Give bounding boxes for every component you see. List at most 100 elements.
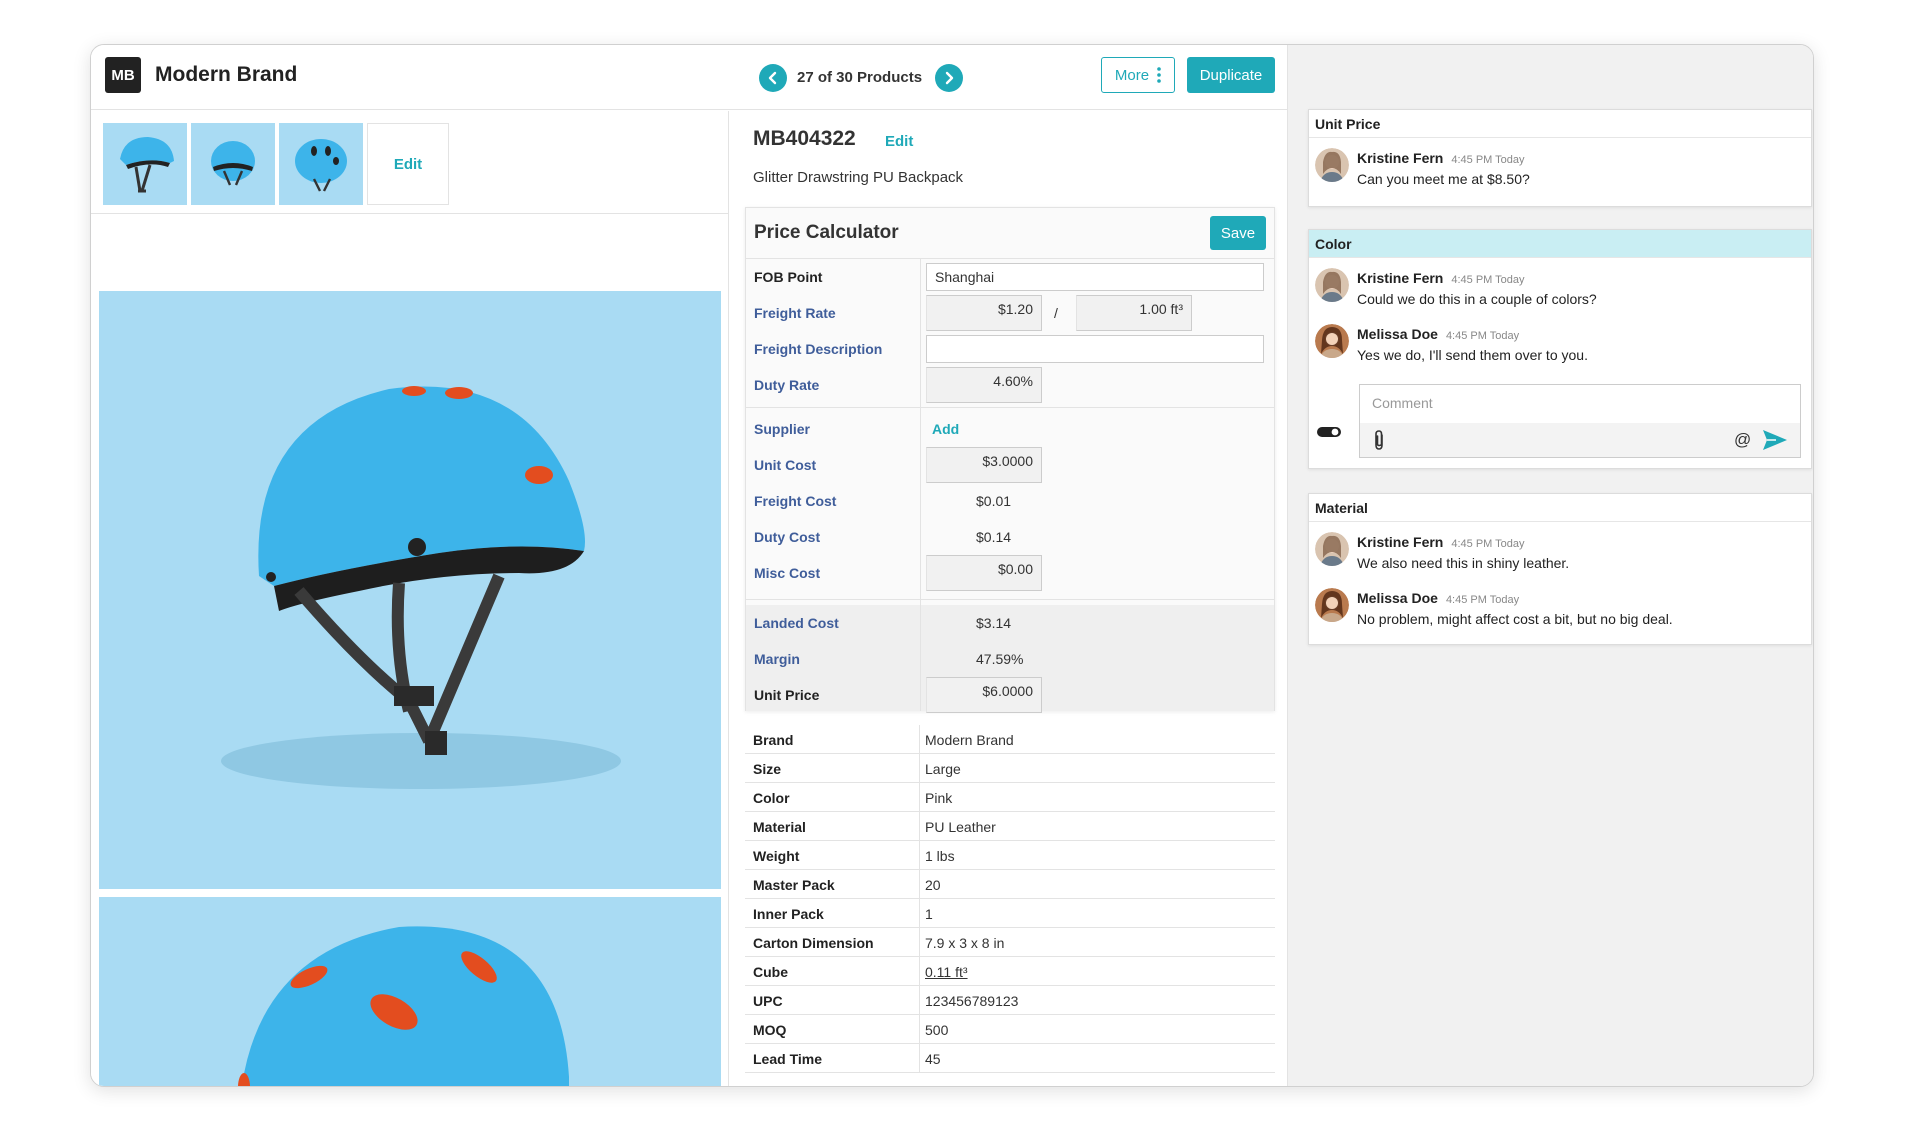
comment-input[interactable]: Comment (1372, 395, 1433, 411)
comments-panel: Unit Price Kristine Fern 4:45 PM Today Ca… (1287, 45, 1813, 1086)
duty-rate-input[interactable]: 4.60% (926, 367, 1042, 403)
add-supplier-link[interactable]: Add (932, 421, 959, 437)
paperclip-icon[interactable] (1372, 429, 1386, 451)
misc-cost-label[interactable]: Misc Cost (754, 565, 820, 581)
comment-card-title: Color (1309, 230, 1811, 258)
chevron-left-icon (768, 71, 777, 85)
margin-value: 47.59% (976, 651, 1024, 667)
comment-card-title: Unit Price (1309, 110, 1811, 138)
secondary-product-image (99, 897, 721, 1086)
spec-label: Cube (753, 964, 788, 980)
landed-cost-row: Landed Cost $3.14 (746, 605, 1274, 641)
avatar (1315, 268, 1349, 302)
unit-cost-row: Unit Cost $3.0000 (746, 447, 1274, 483)
helmet-illustration (221, 386, 621, 789)
price-calculator-title: Price Calculator (754, 222, 899, 243)
comment-author: Melissa Doe 4:45 PM Today (1357, 326, 1520, 342)
thumbnail-image[interactable] (279, 123, 363, 205)
edit-images-button[interactable]: Edit (367, 123, 449, 205)
comment-item: Melissa Doe 4:45 PM Today No problem, mig… (1309, 578, 1811, 634)
unit-price-comment-card: Unit Price Kristine Fern 4:45 PM Today Ca… (1308, 109, 1812, 207)
spec-value: 123456789123 (925, 993, 1019, 1009)
comment-text: Yes we do, I'll send them over to you. (1357, 347, 1588, 363)
next-product-button[interactable] (935, 64, 963, 92)
save-button[interactable]: Save (1210, 216, 1266, 250)
margin-label[interactable]: Margin (754, 651, 800, 667)
duty-rate-label[interactable]: Duty Rate (754, 377, 819, 393)
comment-text: Can you meet me at $8.50? (1357, 171, 1530, 187)
landed-cost-label[interactable]: Landed Cost (754, 615, 839, 631)
spec-label: Weight (753, 848, 800, 864)
freight-rate-input[interactable]: $1.20 (926, 295, 1042, 331)
table-row: Lead Time 45 (745, 1044, 1275, 1073)
product-sku: MB404322 (753, 127, 856, 150)
table-row: MOQ 500 (745, 1015, 1275, 1044)
kebab-menu-icon (1157, 67, 1161, 83)
freight-cost-label[interactable]: Freight Cost (754, 493, 836, 509)
unit-price-input[interactable]: $6.0000 (926, 677, 1042, 713)
duty-cost-row: Duty Cost $0.14 (746, 519, 1274, 555)
material-comment-card: Material Kristine Fern 4:45 PM Today We a… (1308, 493, 1812, 645)
freight-description-input[interactable] (926, 335, 1264, 363)
app-window: MB Modern Brand 27 of 30 Products More D… (90, 44, 1814, 1087)
mention-icon[interactable]: @ (1734, 430, 1751, 450)
group-divider (746, 599, 1274, 600)
spec-label: Carton Dimension (753, 935, 874, 951)
spec-value: 1 lbs (925, 848, 955, 864)
spec-label: UPC (753, 993, 783, 1009)
price-calculator-body: FOB Point Shanghai Freight Rate $1.20 / … (746, 258, 1274, 713)
more-button[interactable]: More (1101, 57, 1175, 93)
comment-item: Kristine Fern 4:45 PM Today We also need … (1309, 522, 1811, 578)
toggle-icon[interactable] (1317, 426, 1341, 438)
duty-cost-label[interactable]: Duty Cost (754, 529, 820, 545)
unit-price-label: Unit Price (754, 687, 820, 703)
freight-description-label[interactable]: Freight Description (754, 341, 882, 357)
comment-author: Melissa Doe 4:45 PM Today (1357, 590, 1520, 606)
duty-cost-value: $0.14 (976, 529, 1012, 545)
group-divider (746, 407, 1274, 408)
product-details: MB404322 Edit Glitter Drawstring PU Back… (731, 111, 1287, 1086)
avatar (1315, 588, 1349, 622)
freight-rate-label[interactable]: Freight Rate (754, 305, 836, 321)
comment-text: We also need this in shiny leather. (1357, 555, 1570, 571)
table-row: Cube 0.11 ft³ (745, 957, 1275, 986)
thumbnail-image[interactable] (191, 123, 275, 205)
landed-cost-value: $3.14 (976, 615, 1012, 631)
chevron-right-icon (945, 71, 954, 85)
brand-name: Modern Brand (155, 63, 298, 86)
spec-value: PU Leather (925, 819, 996, 835)
send-icon[interactable] (1762, 429, 1788, 451)
table-row: Size Large (745, 754, 1275, 783)
thumbnail-image[interactable] (103, 123, 187, 205)
comment-card-title: Material (1309, 494, 1811, 522)
thumbnail-strip: Edit (103, 123, 449, 205)
spec-value: Pink (925, 790, 953, 806)
supplier-label[interactable]: Supplier (754, 421, 810, 437)
product-section: MB Modern Brand 27 of 30 Products More D… (91, 45, 1287, 1086)
unit-cost-label[interactable]: Unit Cost (754, 457, 816, 473)
main-product-image (99, 291, 721, 889)
unit-cost-input[interactable]: $3.0000 (926, 447, 1042, 483)
fob-point-row: FOB Point Shanghai (746, 259, 1274, 295)
previous-product-button[interactable] (759, 64, 787, 92)
fob-point-input[interactable]: Shanghai (926, 263, 1264, 291)
cube-link[interactable]: 0.11 ft³ (925, 964, 968, 980)
helmet-front-image (211, 141, 255, 186)
spec-label: MOQ (753, 1022, 787, 1038)
table-row: Master Pack 20 (745, 870, 1275, 899)
spec-label: Inner Pack (753, 906, 824, 922)
avatar (1315, 148, 1349, 182)
misc-cost-row: Misc Cost $0.00 (746, 555, 1274, 591)
margin-row: Margin 47.59% (746, 641, 1274, 677)
freight-rate-unit-input[interactable]: 1.00 ft³ (1076, 295, 1192, 331)
duplicate-button[interactable]: Duplicate (1187, 57, 1275, 93)
spec-value: 1 (925, 906, 933, 922)
misc-cost-input[interactable]: $0.00 (926, 555, 1042, 591)
freight-description-row: Freight Description (746, 331, 1274, 367)
spec-label: Color (753, 790, 790, 806)
table-row: UPC 123456789123 (745, 986, 1275, 1015)
brand-logo: MB (105, 57, 141, 93)
avatar (1315, 324, 1349, 358)
edit-sku-link[interactable]: Edit (885, 133, 913, 150)
comment-item: Melissa Doe 4:45 PM Today Yes we do, I'll… (1309, 314, 1811, 370)
